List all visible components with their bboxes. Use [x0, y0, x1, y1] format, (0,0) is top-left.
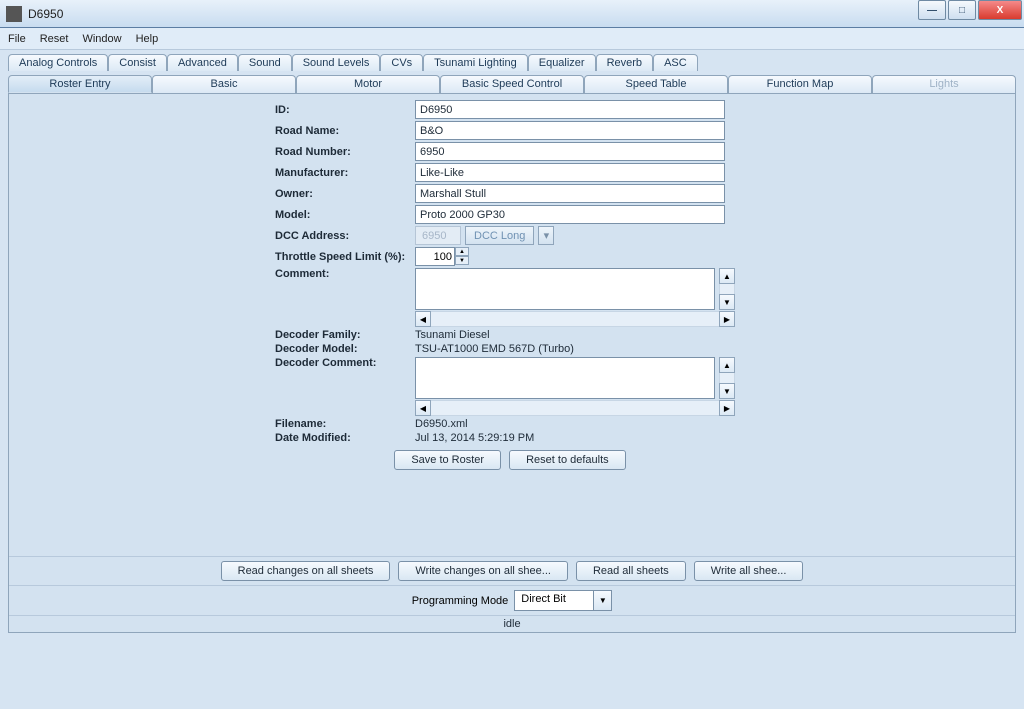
tab-analog-controls[interactable]: Analog Controls: [8, 54, 108, 71]
decoder-comment-scroll-up[interactable]: ▲: [719, 357, 735, 373]
menubar: File Reset Window Help: [0, 28, 1024, 50]
model-label: Model:: [275, 209, 415, 221]
decoder-comment-scroll-right[interactable]: ▶: [719, 400, 735, 416]
programming-mode-dropdown[interactable]: ▼: [594, 590, 612, 611]
tabrow-lower: Roster Entry Basic Motor Basic Speed Con…: [8, 75, 1016, 93]
comment-scroll-left[interactable]: ◀: [415, 311, 431, 327]
owner-label: Owner:: [275, 188, 415, 200]
decoder-comment-label: Decoder Comment:: [275, 357, 415, 369]
tab-roster-entry[interactable]: Roster Entry: [8, 75, 152, 93]
tab-consist[interactable]: Consist: [108, 54, 167, 71]
decoder-family-value: Tsunami Diesel: [415, 329, 490, 341]
tab-sound-levels[interactable]: Sound Levels: [292, 54, 381, 71]
roster-panel: ID: Road Name: Road Number: Manufacturer…: [8, 93, 1016, 633]
comment-scroll-down[interactable]: ▼: [719, 294, 735, 310]
throttle-down[interactable]: ▼: [455, 256, 469, 265]
decoder-comment-scroll-left[interactable]: ◀: [415, 400, 431, 416]
tab-speed-table[interactable]: Speed Table: [584, 75, 728, 93]
tab-cvs[interactable]: CVs: [380, 54, 423, 71]
tab-basic[interactable]: Basic: [152, 75, 296, 93]
write-all-button[interactable]: Write all shee...: [694, 561, 804, 581]
road-name-label: Road Name:: [275, 125, 415, 137]
throttle-label: Throttle Speed Limit (%):: [275, 251, 415, 263]
decoder-comment-scroll-down[interactable]: ▼: [719, 383, 735, 399]
tab-reverb[interactable]: Reverb: [596, 54, 653, 71]
close-button[interactable]: X: [978, 0, 1022, 20]
tabrow-upper: Analog Controls Consist Advanced Sound S…: [8, 54, 1016, 71]
date-modified-value: Jul 13, 2014 5:29:19 PM: [415, 432, 534, 444]
model-field[interactable]: [415, 205, 725, 224]
tab-asc[interactable]: ASC: [653, 54, 698, 71]
tab-equalizer[interactable]: Equalizer: [528, 54, 596, 71]
filename-value: D6950.xml: [415, 418, 468, 430]
comment-label: Comment:: [275, 268, 415, 280]
decoder-model-label: Decoder Model:: [275, 343, 415, 355]
maximize-button[interactable]: □: [948, 0, 976, 20]
comment-scroll-up[interactable]: ▲: [719, 268, 735, 284]
road-number-field[interactable]: [415, 142, 725, 161]
comment-scroll-right[interactable]: ▶: [719, 311, 735, 327]
throttle-field[interactable]: [415, 247, 455, 266]
dcc-mode-dropdown[interactable]: ▾: [538, 226, 554, 245]
dcc-address-value: 6950: [415, 226, 461, 245]
menu-window[interactable]: Window: [82, 33, 121, 45]
manufacturer-field[interactable]: [415, 163, 725, 182]
filename-label: Filename:: [275, 418, 415, 430]
menu-reset[interactable]: Reset: [40, 33, 69, 45]
read-all-button[interactable]: Read all sheets: [576, 561, 686, 581]
owner-field[interactable]: [415, 184, 725, 203]
titlebar: D6950 — □ X: [0, 0, 1024, 28]
tab-sound[interactable]: Sound: [238, 54, 292, 71]
status-bar: idle: [9, 615, 1015, 632]
date-modified-label: Date Modified:: [275, 432, 415, 444]
save-to-roster-button[interactable]: Save to Roster: [394, 450, 501, 470]
dcc-mode-button[interactable]: DCC Long: [465, 226, 534, 245]
id-label: ID:: [275, 104, 415, 116]
tab-motor[interactable]: Motor: [296, 75, 440, 93]
reset-to-defaults-button[interactable]: Reset to defaults: [509, 450, 626, 470]
throttle-up[interactable]: ▲: [455, 247, 469, 256]
id-field[interactable]: [415, 100, 725, 119]
road-name-field[interactable]: [415, 121, 725, 140]
tab-basic-speed-control[interactable]: Basic Speed Control: [440, 75, 584, 93]
decoder-comment-field[interactable]: [415, 357, 715, 399]
road-number-label: Road Number:: [275, 146, 415, 158]
decoder-family-label: Decoder Family:: [275, 329, 415, 341]
minimize-button[interactable]: —: [918, 0, 946, 20]
dcc-address-label: DCC Address:: [275, 230, 415, 242]
window-title: D6950: [28, 7, 63, 21]
tab-advanced[interactable]: Advanced: [167, 54, 238, 71]
tab-lights[interactable]: Lights: [872, 75, 1016, 93]
app-icon: [6, 6, 22, 22]
decoder-model-value: TSU-AT1000 EMD 567D (Turbo): [415, 343, 574, 355]
read-changes-button[interactable]: Read changes on all sheets: [221, 561, 391, 581]
comment-field[interactable]: [415, 268, 715, 310]
menu-help[interactable]: Help: [136, 33, 159, 45]
menu-file[interactable]: File: [8, 33, 26, 45]
programming-mode-value[interactable]: Direct Bit: [514, 590, 594, 611]
programming-mode-label: Programming Mode: [412, 595, 509, 607]
write-changes-button[interactable]: Write changes on all shee...: [398, 561, 568, 581]
tab-tsunami-lighting[interactable]: Tsunami Lighting: [423, 54, 528, 71]
tab-function-map[interactable]: Function Map: [728, 75, 872, 93]
manufacturer-label: Manufacturer:: [275, 167, 415, 179]
